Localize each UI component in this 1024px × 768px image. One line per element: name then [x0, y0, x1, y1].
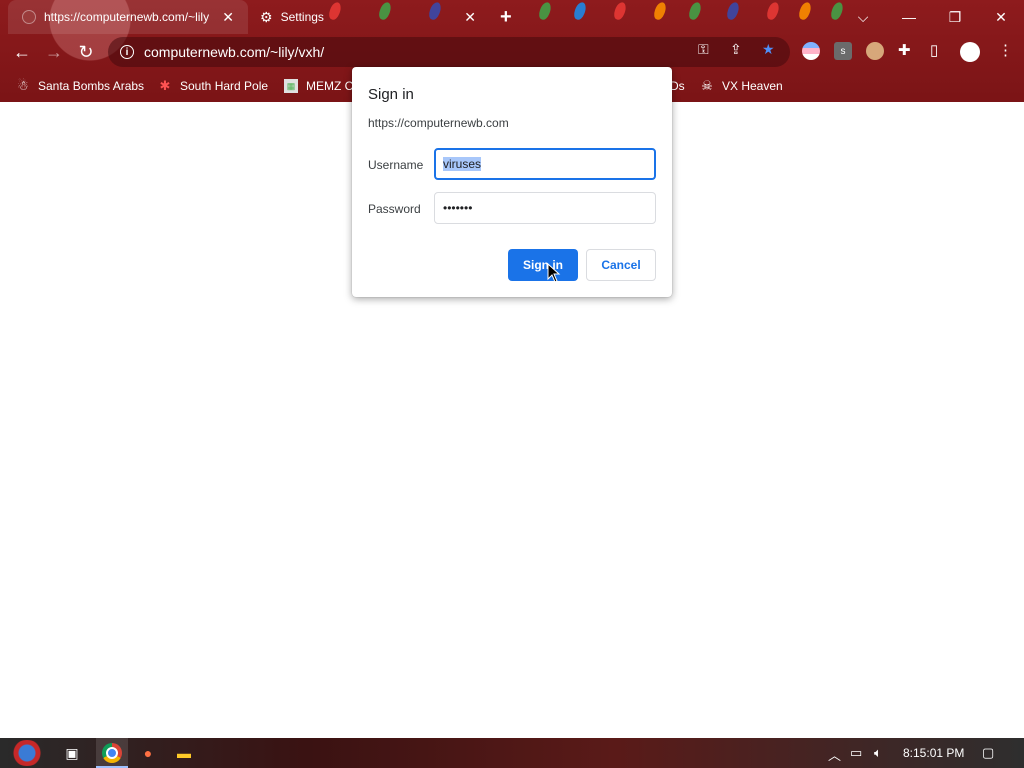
- close-tab-icon[interactable]: ✕: [464, 9, 476, 26]
- tab-title: https://computernewb.com/~lily: [44, 10, 210, 24]
- extensions-puzzle-icon[interactable]: ✚: [898, 41, 911, 59]
- profile-avatar-icon[interactable]: [960, 42, 980, 62]
- dialog-origin: https://computernewb.com: [368, 116, 509, 130]
- firefox-taskbar-icon[interactable]: ●: [138, 743, 158, 763]
- new-tab-button[interactable]: +: [500, 6, 512, 29]
- bookmark-label: Santa Bombs Arabs: [38, 79, 145, 93]
- bookmark-item[interactable]: ☃ Santa Bombs Arabs: [16, 76, 144, 96]
- notifications-icon[interactable]: ▢: [982, 745, 994, 761]
- tab-title: Settings: [280, 10, 324, 24]
- tab-search-dropdown-icon[interactable]: ⌵: [840, 0, 886, 34]
- address-bar[interactable]: i computernewb.com/~lily/vxh/: [108, 37, 790, 67]
- forward-button[interactable]: →: [42, 40, 66, 64]
- close-window-button[interactable]: ✕: [978, 0, 1024, 34]
- menu-kebab-icon[interactable]: ⋮: [998, 41, 1013, 59]
- theme-light-decoration: [537, 0, 553, 22]
- clock[interactable]: 8:15:01 PM: [903, 746, 964, 760]
- theme-light-decoration: [765, 0, 781, 22]
- share-icon[interactable]: ⇪: [730, 41, 742, 58]
- username-field[interactable]: viruses: [434, 148, 656, 180]
- bookmark-item[interactable]: ✱ South Hard Pole: [158, 76, 269, 96]
- theme-light-decoration: [652, 0, 668, 22]
- bookmark-item[interactable]: ▦ MEMZ C: [284, 76, 353, 96]
- gear-icon: ⚙: [260, 8, 273, 25]
- password-value: •••••••: [443, 201, 473, 215]
- tab-settings[interactable]: ⚙ Settings ✕: [250, 0, 490, 34]
- username-label: Username: [368, 158, 424, 172]
- tab-strip: https://computernewb.com/~lily ✕ ⚙ Setti…: [0, 0, 1024, 34]
- theme-light-decoration: [687, 0, 703, 22]
- username-value: viruses: [443, 157, 482, 171]
- task-view-icon[interactable]: ▣: [62, 743, 82, 763]
- theme-light-decoration: [572, 0, 588, 22]
- tab-computernewb[interactable]: https://computernewb.com/~lily ✕: [8, 0, 248, 34]
- close-tab-icon[interactable]: ✕: [222, 9, 234, 26]
- sign-in-dialog: Sign in https://computernewb.com Usernam…: [352, 67, 672, 297]
- tray-chevron-up-icon[interactable]: ︿: [828, 745, 841, 764]
- toolbar: ← → ↻ i computernewb.com/~lily/vxh/ ⚿ ⇪ …: [0, 34, 1024, 70]
- theme-light-decoration: [612, 0, 628, 22]
- url-text: computernewb.com/~lily/vxh/: [144, 44, 325, 60]
- bookmark-label: South Hard Pole: [180, 79, 269, 93]
- extension-s-icon[interactable]: s: [834, 42, 852, 60]
- back-button[interactable]: ←: [10, 40, 34, 64]
- santa-icon: ☃: [17, 78, 29, 93]
- bookmark-item[interactable]: ☠ VX Heaven: [700, 76, 783, 96]
- site-info-icon[interactable]: i: [120, 45, 134, 59]
- extension-avatar-icon[interactable]: [866, 42, 884, 60]
- taskbar: ▣ ● ▬ ︿ ▭ 🔈︎ 8:15:01 PM ▢: [0, 738, 1024, 768]
- bookmark-star-icon[interactable]: ★: [762, 41, 775, 58]
- sign-in-button[interactable]: Sign in: [508, 249, 578, 281]
- bookmark-label: Ds: [670, 79, 685, 93]
- reload-button[interactable]: ↻: [74, 40, 98, 64]
- side-panel-icon[interactable]: ▯: [930, 41, 938, 59]
- file-explorer-taskbar-icon[interactable]: ▬: [174, 743, 194, 763]
- vx-heaven-icon: ☠: [701, 78, 713, 93]
- chrome-taskbar-icon[interactable]: [102, 743, 122, 763]
- dialog-title: Sign in: [368, 86, 414, 103]
- key-icon[interactable]: ⚿: [698, 41, 709, 58]
- password-field[interactable]: •••••••: [434, 192, 656, 224]
- cancel-button[interactable]: Cancel: [586, 249, 656, 281]
- start-button[interactable]: [10, 740, 44, 766]
- bookmark-item[interactable]: Ds: [670, 76, 685, 96]
- minimize-button[interactable]: —: [886, 0, 932, 34]
- restore-button[interactable]: ❐: [932, 0, 978, 34]
- bookmark-label: MEMZ C: [306, 79, 354, 93]
- theme-light-decoration: [797, 0, 813, 22]
- network-icon[interactable]: ▭: [850, 745, 862, 761]
- password-label: Password: [368, 202, 421, 216]
- bookmark-label: VX Heaven: [722, 79, 783, 93]
- extension-flag-icon[interactable]: [802, 42, 820, 60]
- snowflake-icon: ✱: [159, 78, 171, 93]
- mouse-cursor-icon: [547, 263, 561, 283]
- theme-light-decoration: [725, 0, 741, 22]
- volume-icon[interactable]: 🔈︎: [874, 745, 882, 761]
- memz-icon: ▦: [284, 79, 298, 93]
- site-favicon-icon: [22, 10, 36, 24]
